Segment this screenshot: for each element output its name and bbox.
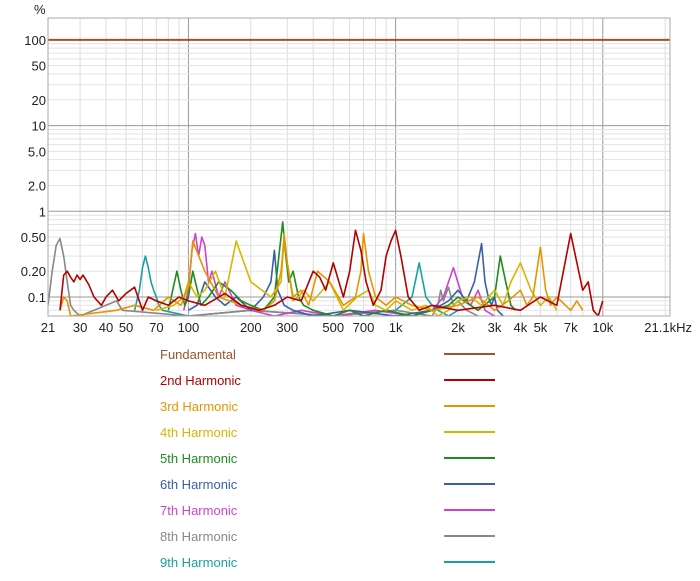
x-tick-label: 300 [276, 320, 298, 335]
x-tick-label: 5k [534, 320, 548, 335]
legend-label: 3rd Harmonic [160, 399, 239, 414]
series-layer [48, 38, 670, 316]
legend-label: Fundamental [160, 347, 236, 362]
x-tick-label: 2k [451, 320, 465, 335]
x-tick-label: 200 [240, 320, 262, 335]
y-tick-label: 10 [32, 119, 46, 134]
legend-label: 2nd Harmonic [160, 373, 241, 388]
legend-item: 4th Harmonic [0, 421, 700, 447]
x-tick-label: 1k [389, 320, 403, 335]
legend-swatch [444, 431, 495, 433]
legend-swatch [444, 353, 495, 355]
legend-item: 3rd Harmonic [0, 395, 700, 421]
legend-swatch [444, 457, 495, 459]
y-tick-label: 1 [39, 204, 46, 219]
legend-item: 8th Harmonic [0, 525, 700, 551]
legend-label: 9th Harmonic [160, 555, 238, 570]
y-tick-label: 100 [24, 33, 46, 48]
x-tick-label: 3k [488, 320, 502, 335]
legend-item: 2nd Harmonic [0, 369, 700, 395]
legend-swatch [444, 405, 495, 407]
legend-item: Fundamental [0, 343, 700, 369]
x-tick-label: 500 [322, 320, 344, 335]
x-tick-label: 40 [99, 320, 113, 335]
legend-swatch [444, 561, 495, 563]
legend-swatch [444, 483, 495, 485]
legend-label: 7th Harmonic [160, 503, 238, 518]
y-tick-label: 0.50 [21, 230, 46, 245]
y-tick-label: 20 [32, 93, 46, 108]
x-tick-label: 21.1kHz [644, 320, 692, 335]
x-tick-label: 30 [73, 320, 87, 335]
legend-item: 7th Harmonic [0, 499, 700, 525]
y-tick-label: 0.20 [21, 264, 46, 279]
legend-label: 4th Harmonic [160, 425, 238, 440]
legend-swatch [444, 379, 495, 381]
y-axis-unit-label: % [34, 2, 46, 17]
legend-item: 9th Harmonic [0, 551, 700, 577]
x-tick-label: 7k [564, 320, 578, 335]
harmonic-distortion-chart: % 100 50 20 10 5.0 2.0 1 0.50 0.20 0.1 21 30 40 50 70… [21, 2, 692, 335]
x-tick-label: 10k [592, 320, 613, 335]
legend-label: 5th Harmonic [160, 451, 238, 466]
x-tick-label: 700 [353, 320, 375, 335]
x-tick-label: 70 [149, 320, 163, 335]
x-tick-label: 100 [178, 320, 200, 335]
y-tick-label: 50 [32, 59, 46, 74]
legend-item: 5th Harmonic [0, 447, 700, 473]
legend-item: 6th Harmonic [0, 473, 700, 499]
x-tick-label: 50 [119, 320, 133, 335]
legend-label: 8th Harmonic [160, 529, 238, 544]
legend-label: 6th Harmonic [160, 477, 238, 492]
x-tick-label: 4k [513, 320, 527, 335]
legend-swatch [444, 535, 495, 537]
y-tick-labels: 100 50 20 10 5.0 2.0 1 0.50 0.20 0.1 [21, 33, 46, 305]
legend-swatch [444, 509, 495, 511]
y-tick-label: 5.0 [28, 144, 46, 159]
y-tick-label: 2.0 [28, 178, 46, 193]
x-tick-labels: 21 30 40 50 70 100 200 300 500 700 1k 2k 3k 4k 5k 7k 10k… [41, 320, 692, 335]
y-tick-label: 0.1 [28, 290, 46, 305]
x-tick-label: 21 [41, 320, 55, 335]
